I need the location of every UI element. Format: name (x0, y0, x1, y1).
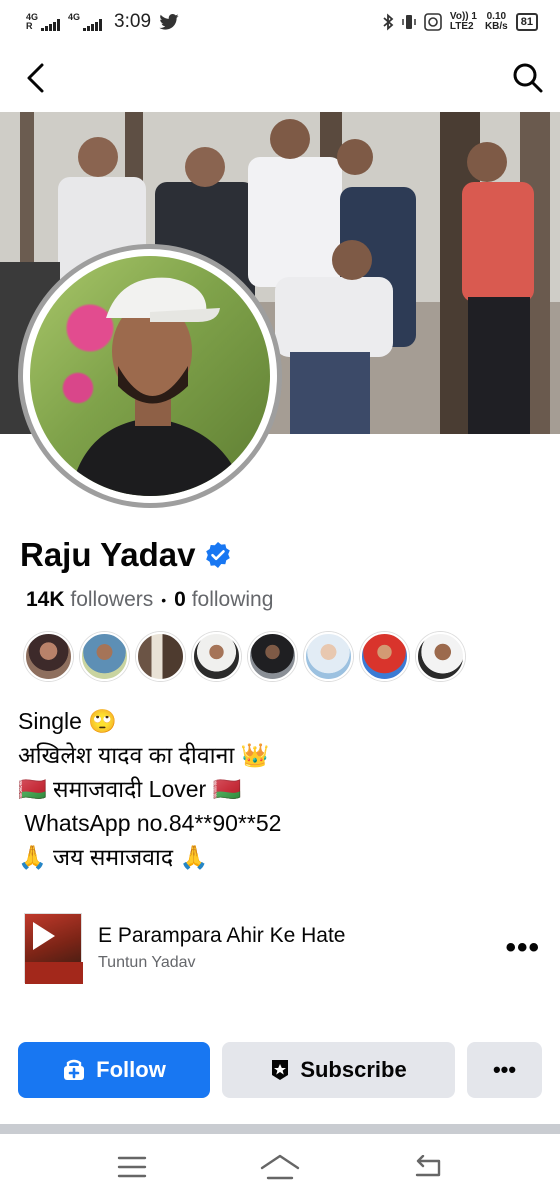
search-icon[interactable] (512, 62, 544, 94)
follow-icon (64, 1059, 85, 1080)
sim2-signal-icon: 4G (68, 13, 103, 31)
back-nav-icon[interactable] (413, 1155, 443, 1179)
vibrate-icon (402, 15, 416, 29)
more-options-button[interactable]: ••• (467, 1042, 542, 1098)
bio-line: 🙏 जय समाजवाद 🙏 (18, 844, 209, 870)
network-speed: 0.10 KB/s (484, 11, 508, 32)
music-more-options-button[interactable]: ••• (505, 931, 540, 965)
sim1-signal-icon: 4G R (26, 13, 61, 31)
song-title: E Parampara Ahir Ke Hate (98, 924, 346, 947)
system-navigation-bar (0, 1134, 560, 1200)
follower-avatar[interactable] (192, 632, 241, 681)
twitter-icon (159, 14, 179, 30)
profile-photo-illustration (70, 277, 245, 496)
alarm-icon (424, 13, 442, 31)
battery-indicator: 81 (515, 13, 538, 31)
subscribe-badge-icon (272, 1060, 289, 1080)
follower-avatar[interactable] (80, 632, 129, 681)
profile-name: Raju Yadav (20, 536, 196, 573)
separator-dot: • (161, 592, 167, 608)
subscribe-button-label: Subscribe (300, 1057, 407, 1082)
volte-indicator: Vo)) 1 LTE2 (449, 11, 477, 32)
follow-button-label: Follow (96, 1057, 166, 1082)
status-bar: 4G R 4G 3:09 Vo)) 1 LTE2 0.10 KB/s 81 (0, 0, 560, 44)
mutual-followers-avatars[interactable] (24, 632, 465, 681)
follower-avatar[interactable] (360, 632, 409, 681)
follower-avatar[interactable] (136, 632, 185, 681)
profile-music[interactable]: E Parampara Ahir Ke Hate Tuntun Yadav ••… (24, 912, 540, 984)
follower-avatar[interactable] (304, 632, 353, 681)
bio-line: Single 🙄 (18, 708, 117, 734)
album-art[interactable] (24, 913, 83, 984)
follow-counts: 14K followers • 0 following (26, 588, 273, 612)
home-icon[interactable] (260, 1154, 300, 1180)
follow-button[interactable]: Follow (18, 1042, 210, 1098)
bio-line: WhatsApp no.84**90**52 (18, 810, 282, 836)
back-arrow-icon[interactable] (22, 62, 50, 94)
profile-bio: Single 🙄 अखिलेश यादव का दीवाना 👑 🇧🇾 समाज… (18, 704, 281, 874)
follower-avatar[interactable] (24, 632, 73, 681)
profile-name-row: Raju Yadav (20, 536, 232, 574)
song-artist: Tuntun Yadav (98, 954, 196, 971)
bio-line: अखिलेश यादव का दीवाना 👑 (18, 742, 270, 768)
bluetooth-icon (383, 13, 394, 31)
followers-stat[interactable]: 14K followers (26, 588, 153, 612)
subscribe-button[interactable]: Subscribe (222, 1042, 455, 1098)
top-app-bar (0, 44, 560, 112)
profile-picture[interactable] (18, 244, 282, 508)
following-stat[interactable]: 0 following (174, 588, 273, 612)
verified-badge-icon (205, 542, 230, 568)
status-time: 3:09 (114, 11, 152, 32)
follower-avatar[interactable] (416, 632, 465, 681)
bio-line: 🇧🇾 समाजवादी Lover 🇧🇾 (18, 776, 242, 802)
follower-avatar[interactable] (248, 632, 297, 681)
play-icon (25, 922, 83, 984)
menu-icon[interactable] (117, 1156, 147, 1178)
profile-actions: Follow Subscribe ••• (18, 1042, 542, 1098)
section-divider (0, 1124, 560, 1134)
